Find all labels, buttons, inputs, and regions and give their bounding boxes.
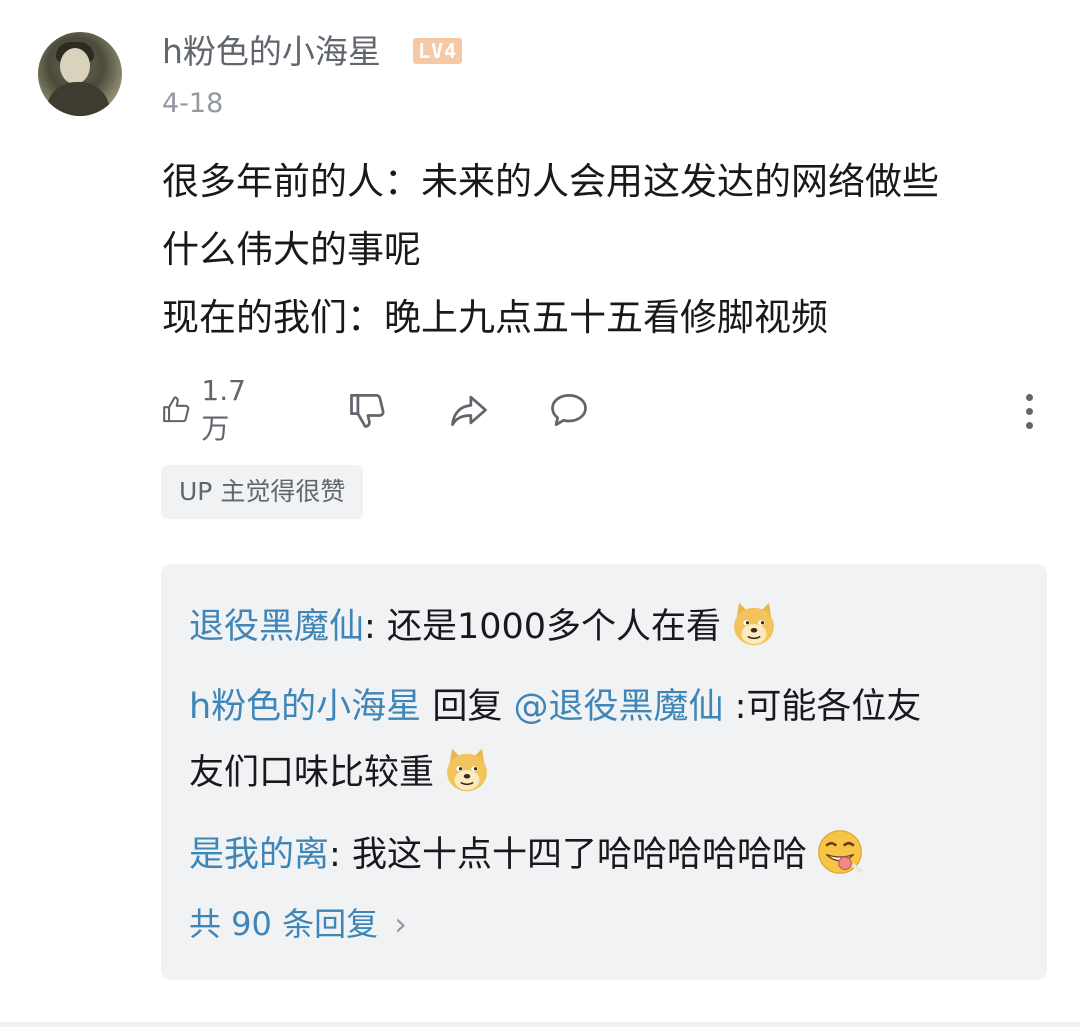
reply-item[interactable]: 是我的离: 我这十点十四了哈哈哈哈哈哈 (189, 822, 1009, 888)
avatar-face (60, 48, 90, 84)
reply-username[interactable]: 是我的离 (189, 835, 329, 875)
like-button[interactable]: 1.7万 (160, 374, 257, 445)
comment-username[interactable]: h粉色的小海星 (162, 32, 381, 72)
replies-panel[interactable]: 退役黑魔仙: 还是1000多个人在看 h粉色的小海星 回复 @退役黑魔仙 :可能… (161, 564, 1047, 980)
reply-username[interactable]: 退役黑魔仙 (189, 607, 364, 647)
thumbs-down-icon (350, 393, 385, 428)
level-badge: LV4 (413, 38, 463, 64)
reply-word: 回复 (421, 687, 514, 727)
like-count: 1.7万 (201, 373, 246, 445)
reply-separator: : (329, 835, 352, 875)
reply-separator: : (364, 607, 387, 647)
reply-mention[interactable]: @退役黑魔仙 (513, 687, 723, 727)
reply-button[interactable] (546, 384, 592, 436)
more-dot (1026, 394, 1033, 401)
comment-line: 现在的我们：晚上九点五十五看修脚视频 (162, 296, 828, 339)
view-more-replies[interactable]: 共 90 条回复 › (189, 900, 407, 948)
reply-text: 友们口味比较重 (189, 753, 435, 793)
share-button[interactable] (446, 384, 492, 436)
comment-icon (551, 393, 587, 427)
avatar-body (46, 82, 110, 116)
more-vertical-icon[interactable] (1020, 392, 1040, 432)
avatar[interactable] (38, 32, 122, 116)
thumbs-up-icon (163, 396, 190, 423)
up-liked-badge: UP 主觉得很赞 (161, 465, 364, 519)
reply-item[interactable]: 退役黑魔仙: 还是1000多个人在看 (189, 594, 1009, 660)
more-replies-label: 共 90 条回复 (189, 905, 379, 943)
more-dot (1026, 408, 1033, 415)
comment-date: 4-18 (162, 88, 224, 119)
reply-username[interactable]: h粉色的小海星 (189, 687, 421, 727)
reply-text: 还是1000多个人在看 (386, 607, 722, 647)
reply-text: :可能各位友 (723, 687, 922, 727)
comment-line: 什么伟大的事呢 (162, 228, 421, 271)
divider (0, 1022, 1080, 1027)
doge-emoji-icon (447, 748, 488, 792)
more-dot (1026, 422, 1033, 429)
comment-line: 很多年前的人：未来的人会用这发达的网络做些 (162, 160, 939, 203)
doge-emoji-icon (734, 602, 775, 646)
reply-text: 我这十点十四了哈哈哈哈哈哈 (351, 835, 807, 875)
share-icon (451, 395, 487, 427)
reply-item[interactable]: h粉色的小海星 回复 @退役黑魔仙 :可能各位友友们口味比较重 (189, 674, 1009, 806)
comment-content: 很多年前的人：未来的人会用这发达的网络做些 什么伟大的事呢 现在的我们：晚上九点… (162, 148, 1052, 352)
chevron-right-icon: › (394, 905, 408, 943)
dislike-button[interactable] (346, 384, 390, 436)
grin-tongue-emoji-icon (818, 830, 863, 874)
